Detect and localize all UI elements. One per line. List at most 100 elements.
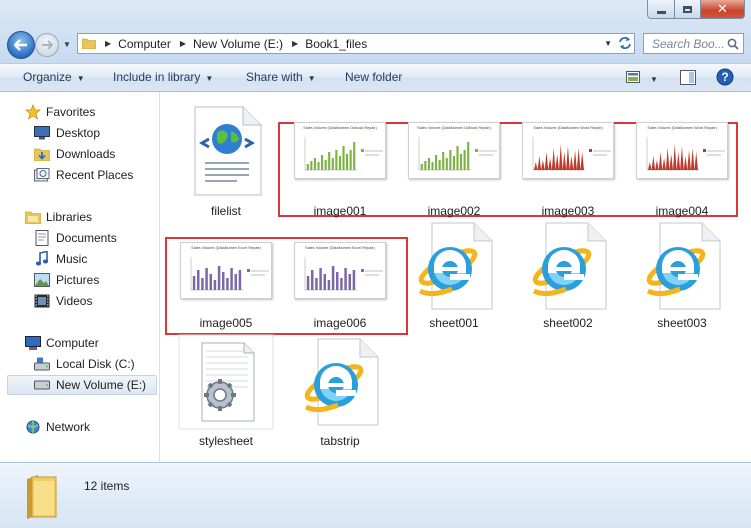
chart-bar bbox=[452, 155, 455, 170]
chart-bar bbox=[319, 267, 322, 290]
chevron-down-icon: ▼ bbox=[650, 75, 658, 84]
nav-label: Computer bbox=[46, 336, 99, 350]
minimize-icon bbox=[656, 10, 666, 14]
include-label: Include in library bbox=[113, 70, 201, 84]
nav-label: Videos bbox=[56, 294, 93, 308]
chart-bar bbox=[580, 151, 584, 170]
nav-local-disk[interactable]: Local Disk (C:) bbox=[0, 354, 159, 374]
globe-document-icon bbox=[178, 100, 274, 200]
explorer-window: ✕ ▼ ▶ Computer ▶ New Volume (E:) ▶ Book1… bbox=[0, 0, 751, 528]
help-button[interactable]: ? bbox=[716, 68, 734, 89]
maximize-button[interactable] bbox=[675, 0, 701, 19]
chart-bar bbox=[315, 277, 318, 290]
chart-bar bbox=[234, 273, 237, 290]
internet-explorer-icon bbox=[520, 216, 616, 316]
gear-document-icon bbox=[178, 332, 274, 432]
chart-bar bbox=[323, 273, 326, 290]
new-folder-button[interactable]: New folder bbox=[345, 70, 402, 84]
nav-videos[interactable]: Videos bbox=[0, 291, 159, 311]
minimize-button[interactable] bbox=[647, 0, 675, 19]
view-icon bbox=[626, 71, 640, 83]
nav-desktop[interactable]: Desktop bbox=[0, 123, 159, 143]
nav-documents[interactable]: Documents bbox=[0, 228, 159, 248]
chart-bar bbox=[559, 143, 563, 170]
chart-bar bbox=[331, 157, 334, 170]
preview-pane-button[interactable] bbox=[680, 70, 696, 88]
nav-favorites[interactable]: Favorites bbox=[0, 102, 159, 122]
back-button[interactable] bbox=[7, 31, 35, 59]
breadcrumb-book1-files[interactable]: Book1_files bbox=[305, 37, 367, 51]
chart-bar bbox=[456, 145, 459, 170]
chevron-down-icon: ▼ bbox=[76, 74, 85, 83]
nav-music[interactable]: Music bbox=[0, 249, 159, 269]
search-icon[interactable] bbox=[727, 38, 739, 50]
chart-bar bbox=[665, 147, 670, 170]
chart-bar bbox=[445, 157, 448, 170]
breadcrumb-new-volume[interactable]: New Volume (E:) bbox=[193, 37, 283, 51]
nav-network[interactable]: Network bbox=[0, 417, 159, 437]
chart-bar bbox=[226, 277, 229, 290]
refresh-button[interactable] bbox=[616, 33, 634, 52]
chart-bar bbox=[694, 151, 698, 170]
nav-label: Favorites bbox=[46, 105, 96, 119]
chart-axis bbox=[646, 136, 699, 170]
close-button[interactable]: ✕ bbox=[701, 0, 745, 19]
nav-new-volume[interactable]: New Volume (E:) bbox=[7, 375, 157, 395]
include-in-library-menu[interactable]: Include in library ▼ bbox=[113, 70, 213, 84]
chart-bar bbox=[687, 149, 691, 170]
nav-computer[interactable]: Computer bbox=[0, 333, 159, 353]
chart-axis bbox=[418, 136, 471, 170]
search-input[interactable]: Search Boo... bbox=[652, 37, 724, 51]
address-history-dropdown-icon[interactable]: ▼ bbox=[604, 39, 612, 48]
legend-swatch bbox=[361, 268, 364, 272]
recent-pages-dropdown[interactable]: ▼ bbox=[62, 37, 72, 51]
chart-bar bbox=[311, 269, 314, 290]
chart-bar bbox=[222, 271, 225, 290]
preview-pane-icon bbox=[680, 70, 696, 85]
recent-places-icon bbox=[34, 167, 50, 183]
chart-bar bbox=[658, 151, 663, 170]
change-view-button[interactable] bbox=[626, 71, 640, 86]
nav-downloads[interactable]: Downloads bbox=[0, 144, 159, 164]
breadcrumb-separator-icon[interactable]: ▶ bbox=[180, 39, 186, 48]
chart-bar bbox=[328, 151, 331, 170]
chart-bar bbox=[566, 145, 570, 170]
chart-bar bbox=[317, 161, 320, 170]
forward-button[interactable] bbox=[35, 33, 59, 57]
videos-icon bbox=[34, 293, 50, 309]
chart-bar bbox=[676, 151, 681, 170]
chart-bar bbox=[344, 267, 347, 290]
nav-label: New Volume (E:) bbox=[56, 378, 147, 392]
file-name: tabstrip bbox=[320, 434, 360, 448]
chart-bar bbox=[569, 155, 574, 170]
chart-mini bbox=[646, 136, 725, 170]
navigation-bar: ▼ ▶ Computer ▶ New Volume (E:) ▶ Book1_f… bbox=[0, 30, 751, 59]
file-name: filelist bbox=[210, 204, 241, 218]
breadcrumb-computer[interactable]: Computer bbox=[118, 37, 171, 51]
pictures-icon bbox=[34, 272, 50, 288]
chart-bar bbox=[435, 154, 438, 170]
chart-bar bbox=[324, 159, 327, 170]
view-options-dropdown[interactable]: ▼ bbox=[650, 71, 658, 85]
nav-recent-places[interactable]: Recent Places bbox=[0, 165, 159, 185]
item-count: 12 items bbox=[84, 479, 130, 493]
details-pane: 12 items bbox=[0, 462, 751, 528]
nav-pictures[interactable]: Pictures bbox=[0, 270, 159, 290]
chart-thumbnail-icon: Sales Volume (DataNumen Excel Repair) bbox=[292, 220, 388, 320]
chart-bar bbox=[690, 147, 695, 170]
nav-label: Downloads bbox=[56, 147, 116, 161]
organize-menu[interactable]: Organize ▼ bbox=[23, 70, 85, 84]
breadcrumb-separator-icon[interactable]: ▶ bbox=[292, 39, 298, 48]
breadcrumb-separator-icon[interactable]: ▶ bbox=[105, 39, 111, 48]
chart-axis bbox=[304, 136, 357, 170]
chart-bar bbox=[335, 149, 338, 170]
chart-bar bbox=[548, 157, 552, 170]
chevron-down-icon: ▼ bbox=[307, 74, 316, 83]
nav-libraries[interactable]: Libraries bbox=[0, 207, 159, 227]
chart-bar bbox=[230, 267, 233, 290]
share-with-menu[interactable]: Share with ▼ bbox=[246, 70, 316, 84]
chart-bar bbox=[209, 273, 212, 290]
address-bar[interactable]: ▶ Computer ▶ New Volume (E:) ▶ Book1_fil… bbox=[77, 33, 635, 54]
search-box[interactable]: Search Boo... bbox=[643, 33, 744, 54]
nav-label: Libraries bbox=[46, 210, 93, 224]
